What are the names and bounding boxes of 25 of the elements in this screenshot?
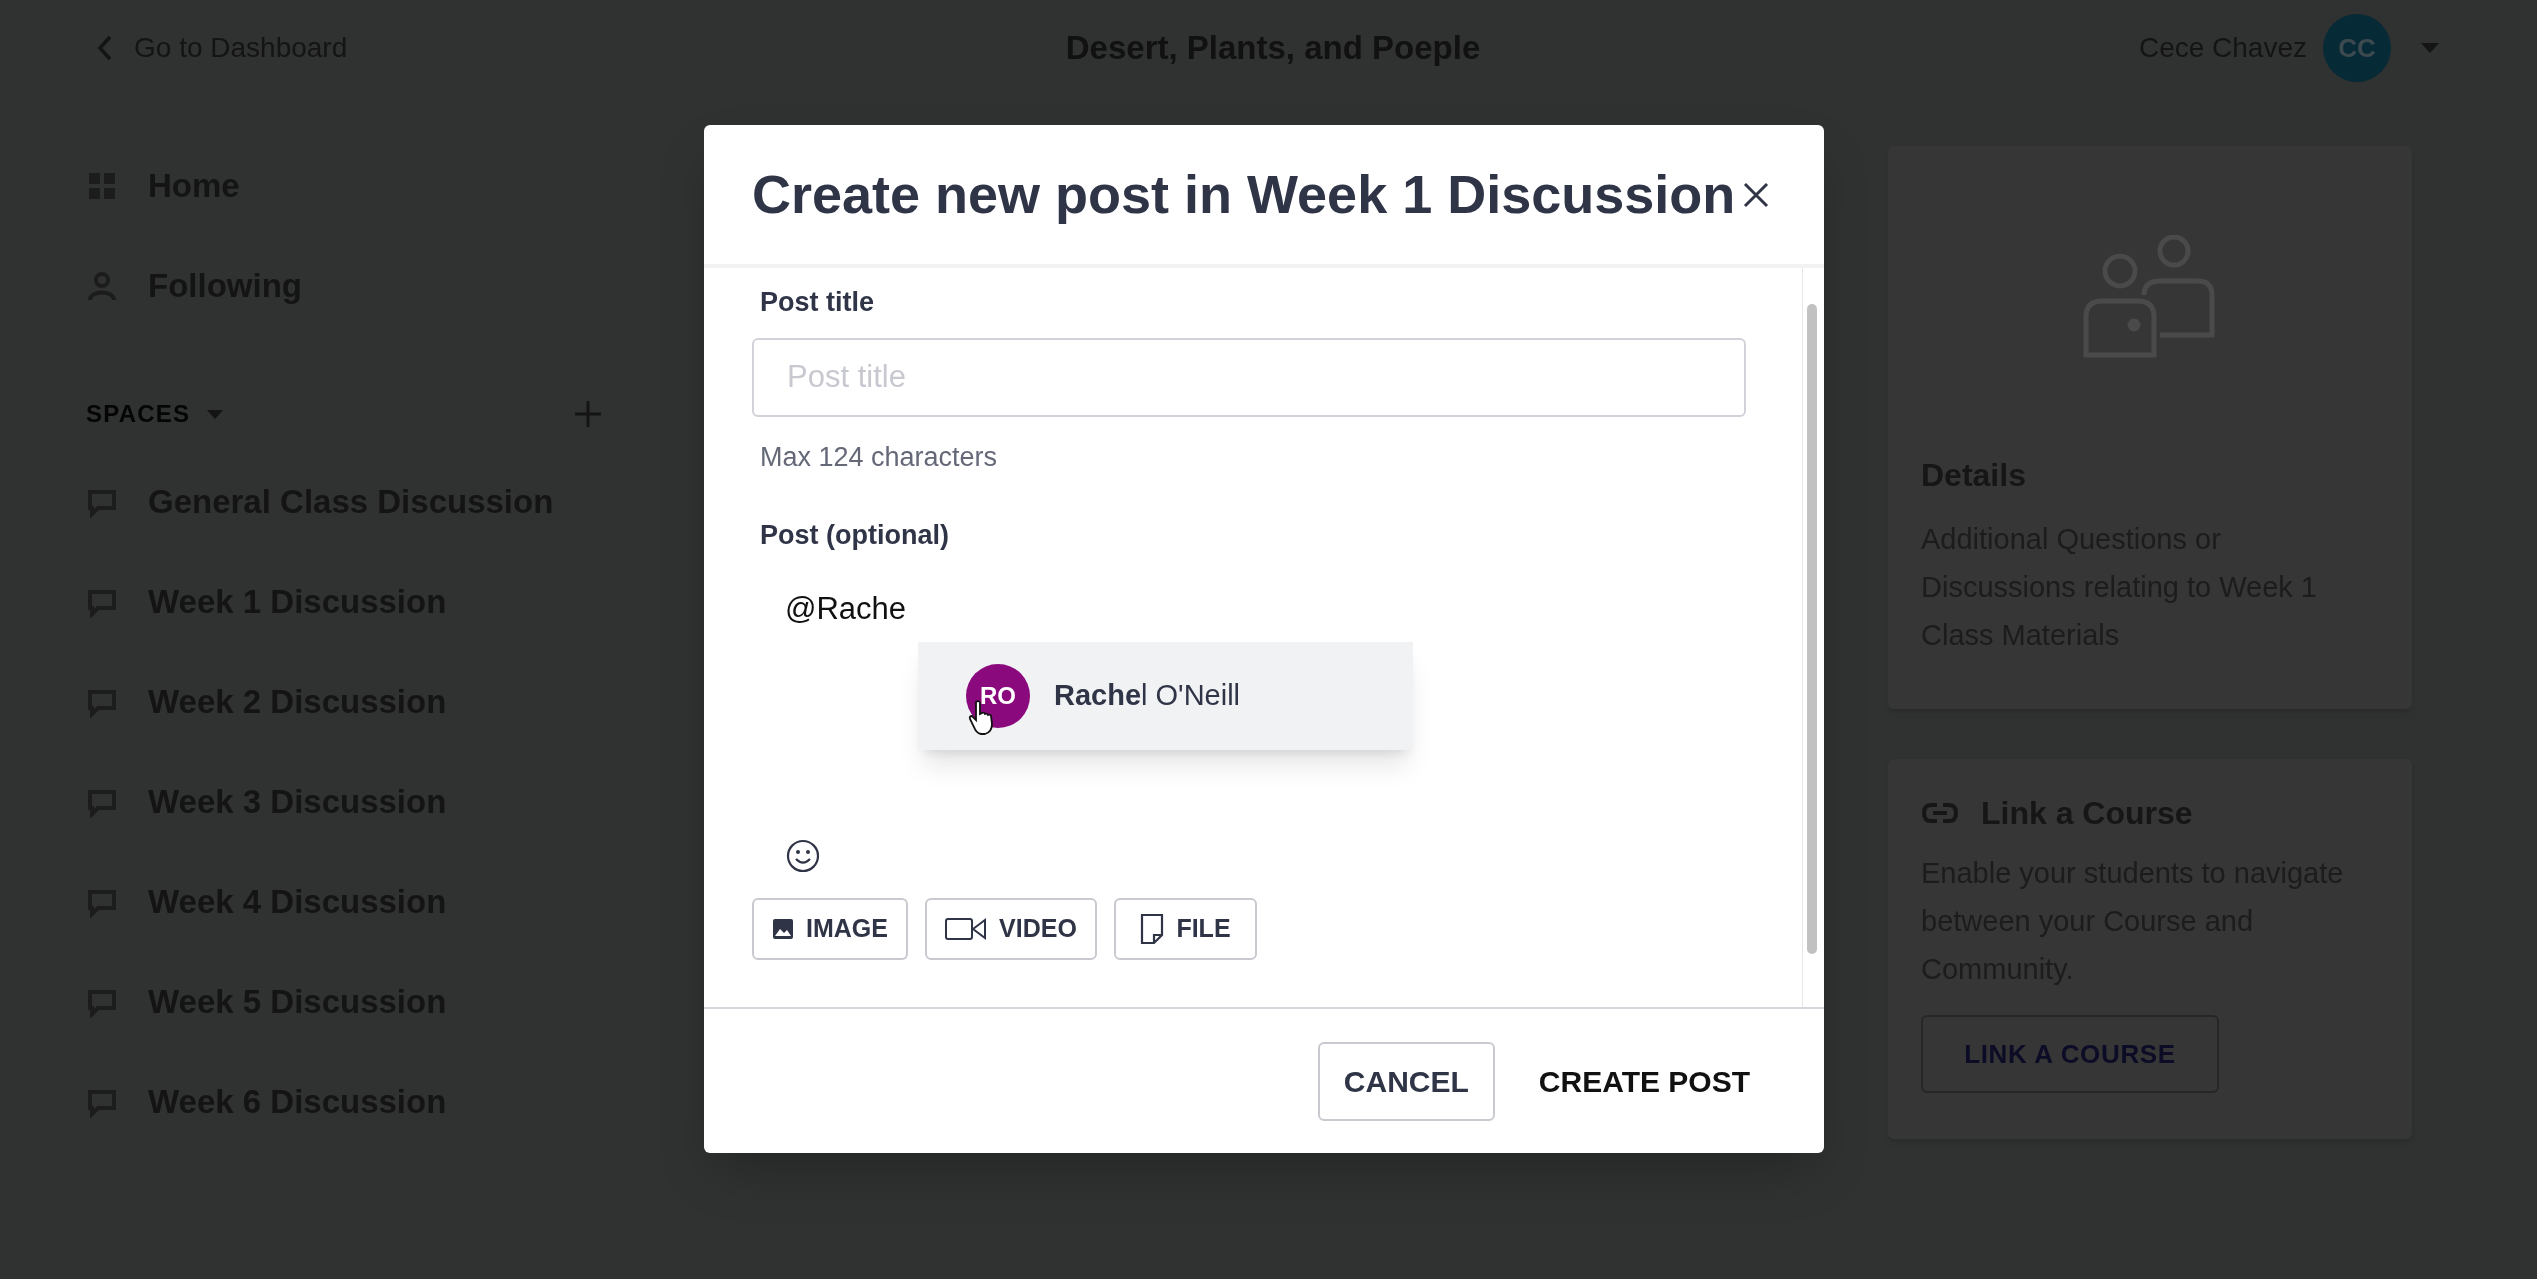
attach-button[interactable]: VIDEO [925, 897, 1097, 960]
video-camera-icon [945, 915, 988, 942]
image-icon [772, 917, 794, 940]
scrollbar-thumb[interactable] [1807, 304, 1817, 954]
user-avatar: RO [966, 663, 1030, 728]
cancel-button[interactable]: CANCEL [1317, 1041, 1495, 1121]
field-label: Post (optional) [760, 519, 950, 552]
user-name: Rachel O'Neill [1054, 677, 1241, 713]
plus-icon [573, 399, 603, 429]
attach-button[interactable]: FILE [1114, 897, 1257, 960]
attach-button[interactable]: IMAGE [752, 897, 908, 960]
emoji-button[interactable] [785, 837, 821, 874]
smiley-icon [786, 838, 820, 873]
document-icon [1140, 912, 1165, 945]
dialog-title: Create new post in Week 1 Discussion [752, 163, 1736, 226]
caret-down-icon [2419, 41, 2441, 55]
post-editor[interactable]: @Rache [752, 575, 1746, 632]
field-label: Post title [760, 286, 875, 319]
mention-suggestion[interactable]: RO Rachel O'Neill [918, 641, 1413, 750]
chevron-left-icon [96, 34, 114, 62]
field-hint: Max 124 characters [760, 440, 999, 474]
link-icon [1921, 801, 1959, 825]
create-post-button[interactable]: CREATE POST [1534, 1041, 1754, 1121]
close-icon [1742, 180, 1770, 209]
caret-down-icon [206, 408, 225, 420]
